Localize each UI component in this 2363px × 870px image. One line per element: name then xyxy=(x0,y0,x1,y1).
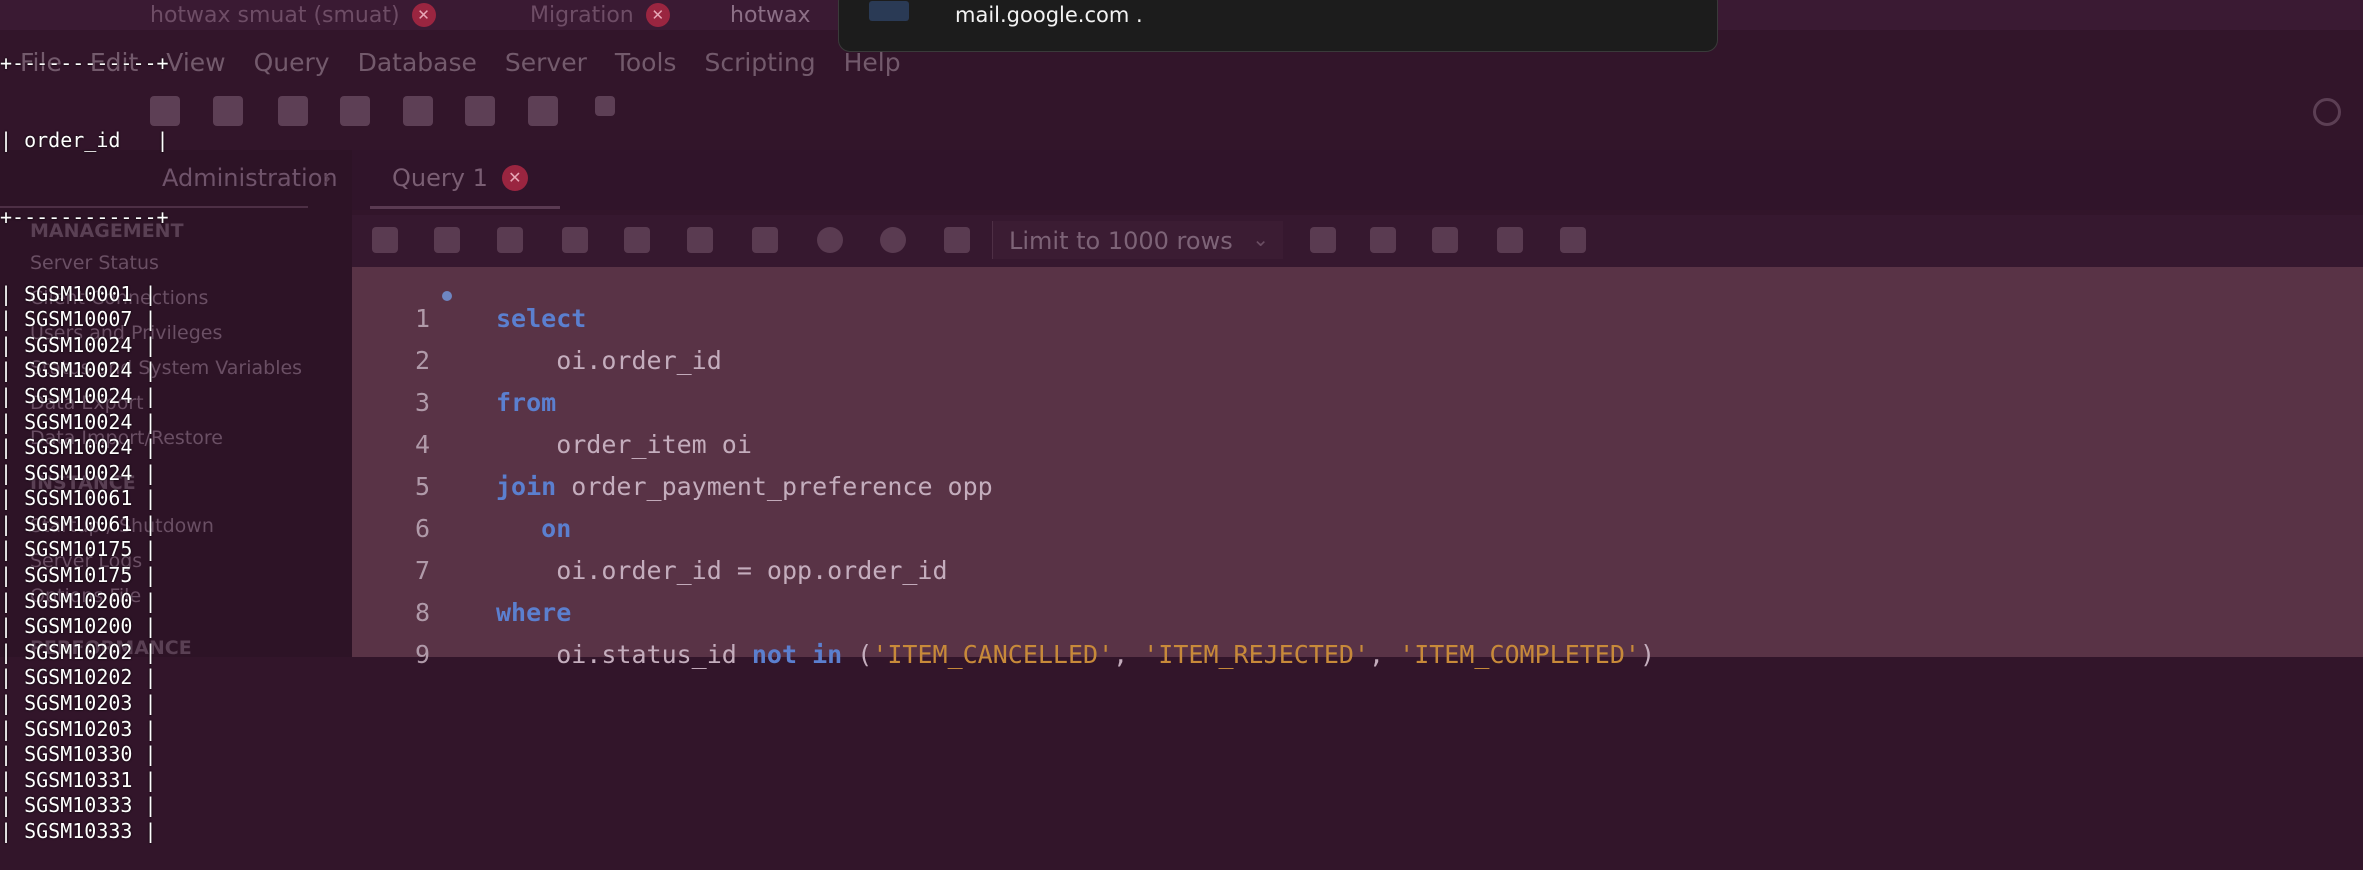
tab-label: Query 1 xyxy=(392,164,488,192)
open-file-icon[interactable] xyxy=(372,227,398,253)
code-line: 2 oi.order_id xyxy=(414,346,722,375)
menu-database[interactable]: Database xyxy=(358,48,477,82)
table-header: | order_id | xyxy=(0,127,169,152)
new-procedure-icon[interactable] xyxy=(465,96,495,126)
toggle-error-icon[interactable] xyxy=(752,227,778,253)
code-line: 9 oi.status_id not in ('ITEM_CANCELLED',… xyxy=(414,640,1656,669)
table-row: | SGSM10200 | xyxy=(0,614,157,639)
table-row: | SGSM10024 | xyxy=(0,332,157,357)
editor-toolbar: Limit to 1000 rows ⌄ xyxy=(352,215,2363,268)
table-row: | SGSM10200 | xyxy=(0,588,157,613)
table-row: | SGSM10024 | xyxy=(0,409,157,434)
sql-editor[interactable]: 1 select 2 oi.order_id 3 from 4 order_item… xyxy=(352,267,2363,669)
table-row: | SGSM10330 | xyxy=(0,742,157,767)
new-view-icon[interactable] xyxy=(403,96,433,126)
table-row: | SGSM10331 | xyxy=(0,767,157,792)
code-line: 1 select xyxy=(352,275,2363,333)
table-row: | SGSM10203 | xyxy=(0,716,157,741)
notification-popup[interactable]: mail.google.com . xyxy=(838,0,1718,52)
code-line: 3 from xyxy=(414,388,557,417)
explain-icon[interactable] xyxy=(624,227,650,253)
table-row: | SGSM10061 | xyxy=(0,486,157,511)
sidebar-title[interactable]: Administration xyxy=(162,164,338,192)
beautify-icon[interactable] xyxy=(1370,227,1396,253)
close-icon[interactable]: ✕ xyxy=(411,3,436,27)
close-icon[interactable]: ✕ xyxy=(501,165,528,191)
main-toolbar xyxy=(0,96,2363,140)
table-row: | SGSM10202 | xyxy=(0,665,157,690)
execute-icon[interactable] xyxy=(497,227,523,253)
code-line: 5 join order_payment_preference opp xyxy=(414,472,993,501)
close-icon[interactable]: ✕ xyxy=(645,3,670,27)
limit-rows-label: Limit to 1000 rows xyxy=(1009,227,1233,255)
table-row: | SGSM10175 | xyxy=(0,537,157,562)
window-tab-label: hotwax xyxy=(730,2,811,28)
limit-rows-select[interactable]: Limit to 1000 rows ⌄ xyxy=(992,221,1283,259)
table-row: | SGSM10007 | xyxy=(0,307,157,332)
table-row: | SGSM10175 | xyxy=(0,563,157,588)
notification-thumbnail xyxy=(869,1,909,21)
commit-icon[interactable] xyxy=(817,227,843,253)
table-row: | SGSM10203 | xyxy=(0,691,157,716)
add-snippet-icon[interactable] xyxy=(1310,227,1336,253)
code-line: 8 where xyxy=(414,598,572,627)
code-text: oi.status_id not in ('ITEM_CANCELLED', '… xyxy=(496,640,1656,669)
invisible-chars-icon[interactable] xyxy=(1497,227,1523,253)
table-row: | SGSM10061 | xyxy=(0,511,157,536)
save-icon[interactable] xyxy=(434,227,460,253)
window-tab[interactable]: Migration ✕ xyxy=(530,0,670,30)
table-row: | SGSM10024 | xyxy=(0,435,157,460)
table-row: | SGSM10333 | xyxy=(0,819,157,843)
menu-view[interactable]: View xyxy=(166,48,225,82)
window-tab-label: hotwax smuat (smuat) xyxy=(150,2,400,28)
window-tab-label: Migration xyxy=(530,2,634,28)
current-line-marker xyxy=(442,291,452,301)
window-tab[interactable]: hotwax smuat (smuat) ✕ xyxy=(150,0,436,30)
autocommit-icon[interactable] xyxy=(944,227,970,253)
menu-scripting[interactable]: Scripting xyxy=(704,48,815,82)
menu-tools[interactable]: Tools xyxy=(615,48,677,82)
menu-help[interactable]: Help xyxy=(844,48,901,82)
execute-current-icon[interactable] xyxy=(562,227,588,253)
table-row: | SGSM10333 | xyxy=(0,793,157,818)
table-row: | SGSM10001 | xyxy=(0,281,157,306)
editor-tab-bar: Query 1 ✕ xyxy=(352,150,2363,210)
table-border: +------------+ xyxy=(0,204,169,229)
table-row: | SGSM10024 | xyxy=(0,383,157,408)
reconnect-icon[interactable] xyxy=(595,96,615,116)
new-schema-icon[interactable] xyxy=(278,96,308,126)
code-line: 6 on xyxy=(414,514,572,543)
database-icon[interactable] xyxy=(213,96,243,126)
table-row: | SGSM10024 | xyxy=(0,358,157,383)
tab-query-1[interactable]: Query 1 ✕ xyxy=(370,150,560,209)
new-table-icon[interactable] xyxy=(340,96,370,126)
stop-icon[interactable] xyxy=(687,227,713,253)
chevron-down-icon: ⌄ xyxy=(1252,227,1269,251)
gear-icon[interactable] xyxy=(2313,98,2341,126)
window-tab-active[interactable]: hotwax xyxy=(730,0,811,30)
table-border: +------------+ xyxy=(0,51,169,76)
menu-query[interactable]: Query xyxy=(254,48,330,82)
word-wrap-icon[interactable] xyxy=(1560,227,1586,253)
table-row: | SGSM10024 | xyxy=(0,460,157,485)
search-icon[interactable] xyxy=(1432,227,1458,253)
terminal-output: +------------+ | order_id | +-----------… xyxy=(0,0,169,870)
code-line: 4 order_item oi xyxy=(414,430,752,459)
menu-server[interactable]: Server xyxy=(505,48,587,82)
table-rows: | SGSM10001 | | SGSM10007 | | SGSM10024 | |… xyxy=(0,282,169,845)
chevron-right-icon[interactable]: › xyxy=(322,164,332,192)
notification-text: mail.google.com . xyxy=(955,3,1143,27)
rollback-icon[interactable] xyxy=(880,227,906,253)
new-function-icon[interactable] xyxy=(528,96,558,126)
code-line: 7 oi.order_id = opp.order_id xyxy=(414,556,948,585)
table-row: | SGSM10202 | xyxy=(0,639,157,664)
